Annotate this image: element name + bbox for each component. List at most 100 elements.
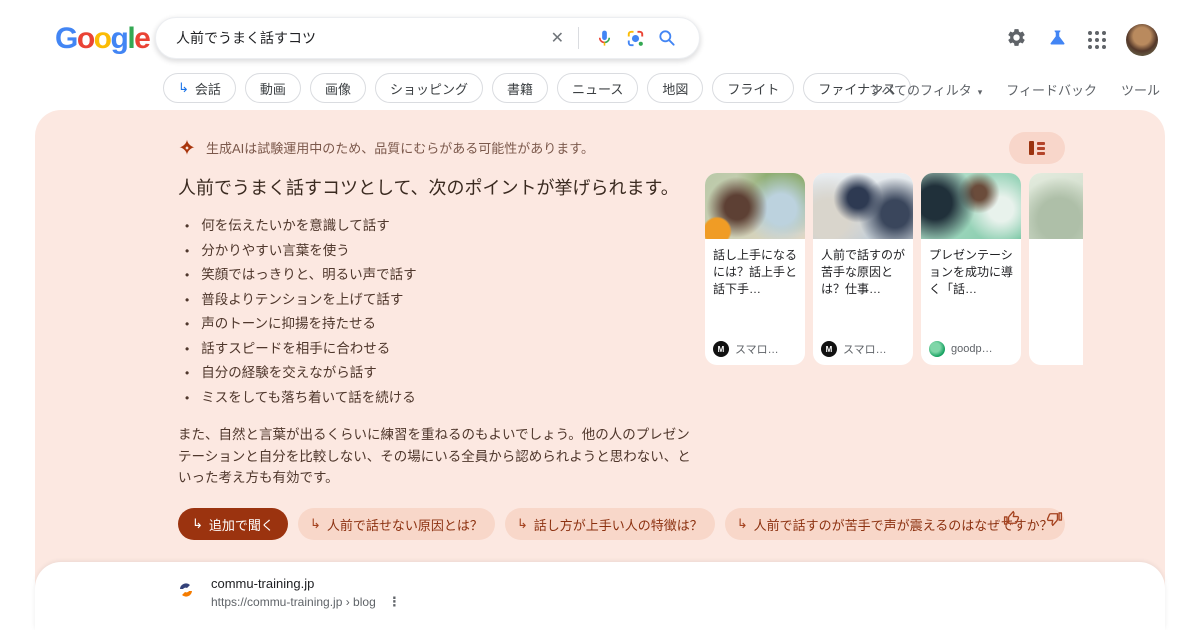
header-actions — [1006, 24, 1158, 56]
converse-arrow-icon: ↳ — [192, 516, 203, 532]
result-url[interactable]: https://commu-training.jp › blog — [211, 595, 376, 609]
converse-arrow-icon: ↳ — [310, 516, 321, 532]
result-site-name[interactable]: commu-training.jp — [211, 576, 314, 591]
tab-news[interactable]: ニュース — [557, 73, 638, 103]
tab-label: 会話 — [195, 79, 221, 98]
logo-letter: G — [55, 22, 77, 55]
sge-notice-text: 生成AIは試験運用中のため、品質にむらがある可能性があります。 — [206, 138, 594, 157]
sge-bullet-item: 笑顔ではっきりと、明るい声で話す — [185, 263, 417, 288]
sge-clover-icon — [178, 139, 196, 157]
tab-label: ショッピング — [390, 79, 468, 98]
logo-letter: g — [111, 22, 128, 55]
source-name: スマロ… — [843, 341, 887, 357]
sge-answer-heading: 人前でうまく話すコツとして、次のポイントが挙げられます。 — [178, 174, 758, 200]
sge-bullet-list: 何を伝えたいかを意識して話す 分かりやすい言葉を使う 笑顔ではっきりと、明るい声… — [185, 214, 417, 410]
card-thumbnail-image — [1029, 173, 1083, 239]
logo-letter: o — [77, 22, 94, 55]
card-title: プレゼンテーションを成功に導く「話… — [921, 239, 1021, 298]
source-card[interactable]: 話し上手になるには？話上手と話下手… M スマロ… — [705, 173, 805, 365]
all-filters-dropdown[interactable]: すべてのフィルタ ▾ — [869, 80, 982, 99]
search-icon[interactable] — [657, 28, 677, 48]
account-avatar[interactable] — [1126, 24, 1158, 56]
sge-answer-paragraph: また、自然と言葉が出るくらいに練習を重ねるのもよいでしょう。他の人のプレゼンテー… — [178, 424, 703, 489]
suggested-question-chip[interactable]: ↳ 人前で話せない原因とは？ — [298, 508, 495, 540]
tabs-right-tools: すべてのフィルタ ▾ フィードバック ツール — [869, 80, 1160, 99]
apps-grid-icon[interactable] — [1088, 31, 1106, 49]
tab-books[interactable]: 書籍 — [492, 73, 548, 103]
converse-arrow-icon: ↳ — [517, 516, 528, 532]
sge-bullet-item: 何を伝えたいかを意識して話す — [185, 214, 417, 239]
card-title — [1029, 239, 1083, 247]
card-source-row: M スマロ… — [821, 341, 887, 357]
tab-maps[interactable]: 地図 — [647, 73, 703, 103]
feedback-link[interactable]: フィードバック — [1006, 80, 1097, 99]
search-filter-tabs: ↳ 会話 動画 画像 ショッピング 書籍 ニュース 地図 フライト ファイナンス — [163, 73, 911, 103]
clear-icon[interactable]: ✕ — [547, 28, 568, 48]
ask-followup-button[interactable]: ↳ 追加で聞く — [178, 508, 288, 540]
thumbs-up-icon[interactable] — [1003, 509, 1022, 528]
card-source-row: M スマロ… — [713, 341, 779, 357]
sge-source-carousel[interactable]: 話し上手になるには？話上手と話下手… M スマロ… 人前で話すのが苦手な原因とは… — [705, 173, 1083, 373]
card-source-row: goodp… — [929, 341, 993, 357]
tab-converse[interactable]: ↳ 会話 — [163, 73, 236, 103]
sge-bullet-item: 声のトーンに抑揚を持たせる — [185, 312, 417, 337]
more-options-icon[interactable]: ⋮ — [388, 594, 401, 610]
search-input[interactable]: 人前でうまく話すコツ — [176, 28, 547, 48]
sge-bullet-item: ミスをしても落ち着いて話を続ける — [185, 386, 417, 411]
tab-flights[interactable]: フライト — [712, 73, 794, 103]
tools-link[interactable]: ツール — [1121, 80, 1160, 99]
sge-bullet-item: 分かりやすい言葉を使う — [185, 239, 417, 264]
logo-letter: e — [134, 22, 149, 55]
card-thumbnail-image — [705, 173, 805, 239]
site-favicon — [176, 580, 196, 605]
organic-results-panel: commu-training.jp https://commu-training… — [35, 562, 1165, 630]
chevron-down-icon: ▾ — [978, 87, 983, 97]
tab-label: 書籍 — [507, 79, 533, 98]
card-thumbnail-image — [921, 173, 1021, 239]
card-title: 人前で話すのが苦手な原因とは？仕事… — [813, 239, 913, 298]
source-favicon: M — [821, 341, 837, 357]
tab-label: フライト — [727, 79, 779, 98]
tab-label: 画像 — [325, 79, 351, 98]
source-card[interactable]: 人前で話すのが苦手な原因とは？仕事… M スマロ… — [813, 173, 913, 365]
result-url-row: https://commu-training.jp › blog ⋮ — [211, 594, 401, 610]
sge-ai-panel: 生成AIは試験運用中のため、品質にむらがある可能性があります。 人前でうまく話す… — [35, 110, 1165, 630]
settings-gear-icon[interactable] — [1006, 27, 1027, 53]
source-name: goodp… — [951, 343, 993, 355]
labs-flask-icon[interactable] — [1047, 27, 1068, 53]
source-card[interactable]: プレゼンテーションを成功に導く「話… goodp… — [921, 173, 1021, 365]
tab-shopping[interactable]: ショッピング — [375, 73, 483, 103]
source-card[interactable] — [1029, 173, 1083, 365]
thumbs-down-icon[interactable] — [1044, 509, 1063, 528]
tab-videos[interactable]: 動画 — [245, 73, 301, 103]
sge-bullet-item: 話すスピードを相手に合わせる — [185, 337, 417, 362]
sge-notice: 生成AIは試験運用中のため、品質にむらがある可能性があります。 — [178, 138, 594, 157]
google-logo[interactable]: Google — [55, 22, 149, 56]
source-favicon — [929, 341, 945, 357]
tab-label: ニュース — [572, 79, 623, 98]
card-thumbnail-image — [813, 173, 913, 239]
outline-toggle-icon — [1029, 141, 1034, 155]
divider — [578, 27, 579, 49]
sge-bullet-item: 普段よりテンションを上げて話す — [185, 288, 417, 313]
tab-label: 動画 — [260, 79, 286, 98]
sge-followup-row: ↳ 追加で聞く ↳ 人前で話せない原因とは？ ↳ 話し方が上手い人の特徴は？ ↳… — [178, 508, 1065, 540]
suggested-question-label: 話し方が上手い人の特徴は？ — [534, 515, 703, 534]
converse-arrow-icon: ↳ — [178, 80, 189, 96]
search-bar[interactable]: 人前でうまく話すコツ ✕ — [155, 17, 700, 59]
tab-label: 地図 — [662, 79, 688, 98]
sge-view-toggle-button[interactable] — [1009, 132, 1065, 164]
list-lines-icon — [1037, 142, 1045, 155]
source-name: スマロ… — [735, 341, 779, 357]
suggested-question-chip[interactable]: ↳ 話し方が上手い人の特徴は？ — [505, 508, 715, 540]
suggested-question-label: 人前で話せない原因とは？ — [327, 515, 483, 534]
converse-arrow-icon: ↳ — [737, 516, 748, 532]
microphone-icon[interactable] — [595, 29, 614, 48]
ask-followup-label: 追加で聞く — [209, 515, 274, 534]
logo-letter: o — [94, 22, 111, 55]
card-title: 話し上手になるには？話上手と話下手… — [705, 239, 805, 298]
tab-images[interactable]: 画像 — [310, 73, 366, 103]
google-lens-icon[interactable] — [626, 29, 645, 48]
source-favicon: M — [713, 341, 729, 357]
all-filters-label: すべてのフィルタ — [869, 83, 971, 98]
